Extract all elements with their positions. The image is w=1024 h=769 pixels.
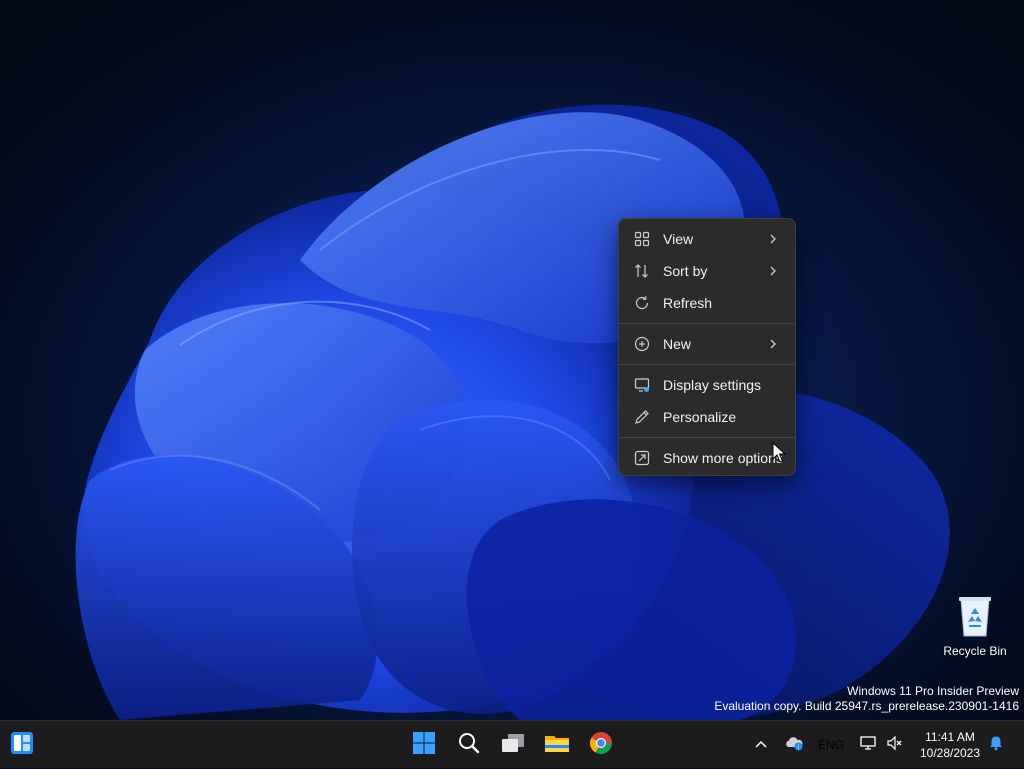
- task-view-button[interactable]: [495, 727, 531, 763]
- menu-item-show-more-options[interactable]: Show more options: [623, 442, 791, 474]
- menu-item-label: View: [663, 231, 694, 247]
- volume-button[interactable]: [884, 721, 906, 769]
- input-language-button[interactable]: ENG: [814, 721, 848, 769]
- start-icon: [412, 731, 436, 760]
- grid-view-icon: [633, 230, 651, 248]
- menu-item-display-settings[interactable]: Display settings: [623, 369, 791, 401]
- menu-item-label: New: [663, 336, 692, 352]
- language-indicator: ENG: [817, 738, 844, 752]
- widgets-button[interactable]: [4, 727, 40, 763]
- show-hidden-icons-button[interactable]: [750, 721, 772, 769]
- expand-icon: [633, 449, 651, 467]
- task-view-icon: [500, 731, 526, 760]
- recycle-bin[interactable]: Recycle Bin: [940, 592, 1010, 658]
- recycle-bin-icon: [953, 592, 997, 640]
- menu-item-view[interactable]: View: [623, 223, 791, 255]
- chevron-right-icon: [765, 231, 781, 247]
- notifications-button[interactable]: [986, 721, 1006, 769]
- chevron-right-icon: [765, 263, 781, 279]
- onedrive-button[interactable]: i: [782, 721, 806, 769]
- menu-item-label: Personalize: [663, 409, 737, 425]
- desktop[interactable]: View Sort by Refresh New Display setting…: [0, 0, 1024, 720]
- sort-arrows-icon: [633, 262, 651, 280]
- chrome-button[interactable]: [583, 727, 619, 763]
- menu-item-refresh[interactable]: Refresh: [623, 287, 791, 319]
- menu-separator: [619, 364, 795, 365]
- menu-item-label: Sort by: [663, 263, 708, 279]
- network-icon: [860, 735, 878, 756]
- wallpaper-bloom: [75, 104, 950, 720]
- taskbar: i ENG 11:41 AM 10/28/2023: [0, 720, 1024, 768]
- start-button[interactable]: [406, 727, 442, 763]
- desktop-context-menu: View Sort by Refresh New Display setting…: [618, 218, 796, 476]
- chevron-right-icon: [765, 336, 781, 352]
- pen-icon: [633, 408, 651, 426]
- file-explorer-button[interactable]: [539, 727, 575, 763]
- watermark-line-2: Evaluation copy. Build 25947.rs_prerelea…: [714, 699, 1019, 713]
- menu-item-label: Display settings: [663, 377, 762, 393]
- evaluation-watermark: Windows 11 Pro Insider Preview Evaluatio…: [714, 684, 1019, 714]
- bell-icon: [988, 735, 1004, 756]
- chevron-up-icon: [754, 736, 768, 754]
- menu-item-personalize[interactable]: Personalize: [623, 401, 791, 433]
- refresh-icon: [633, 294, 651, 312]
- search-button[interactable]: [451, 727, 487, 763]
- recycle-bin-label: Recycle Bin: [943, 644, 1007, 658]
- display-settings-icon: [633, 376, 651, 394]
- clock[interactable]: 11:41 AM 10/28/2023: [912, 729, 988, 761]
- search-icon: [457, 731, 481, 760]
- clock-date: 10/28/2023: [919, 746, 981, 760]
- mouse-cursor-icon: [772, 442, 786, 463]
- volume-muted-icon: [886, 735, 904, 756]
- chrome-icon: [589, 731, 613, 760]
- onedrive-cloud-icon: i: [784, 735, 804, 756]
- menu-item-sort-by[interactable]: Sort by: [623, 255, 791, 287]
- clock-time: 11:41 AM: [925, 730, 975, 744]
- menu-item-new[interactable]: New: [623, 328, 791, 360]
- menu-separator: [619, 323, 795, 324]
- plus-circle-icon: [633, 335, 651, 353]
- watermark-line-1: Windows 11 Pro Insider Preview: [847, 684, 1019, 698]
- menu-separator: [619, 437, 795, 438]
- widgets-icon: [10, 731, 34, 760]
- network-button[interactable]: [858, 721, 880, 769]
- file-explorer-icon: [544, 731, 570, 760]
- menu-item-label: Refresh: [663, 295, 713, 311]
